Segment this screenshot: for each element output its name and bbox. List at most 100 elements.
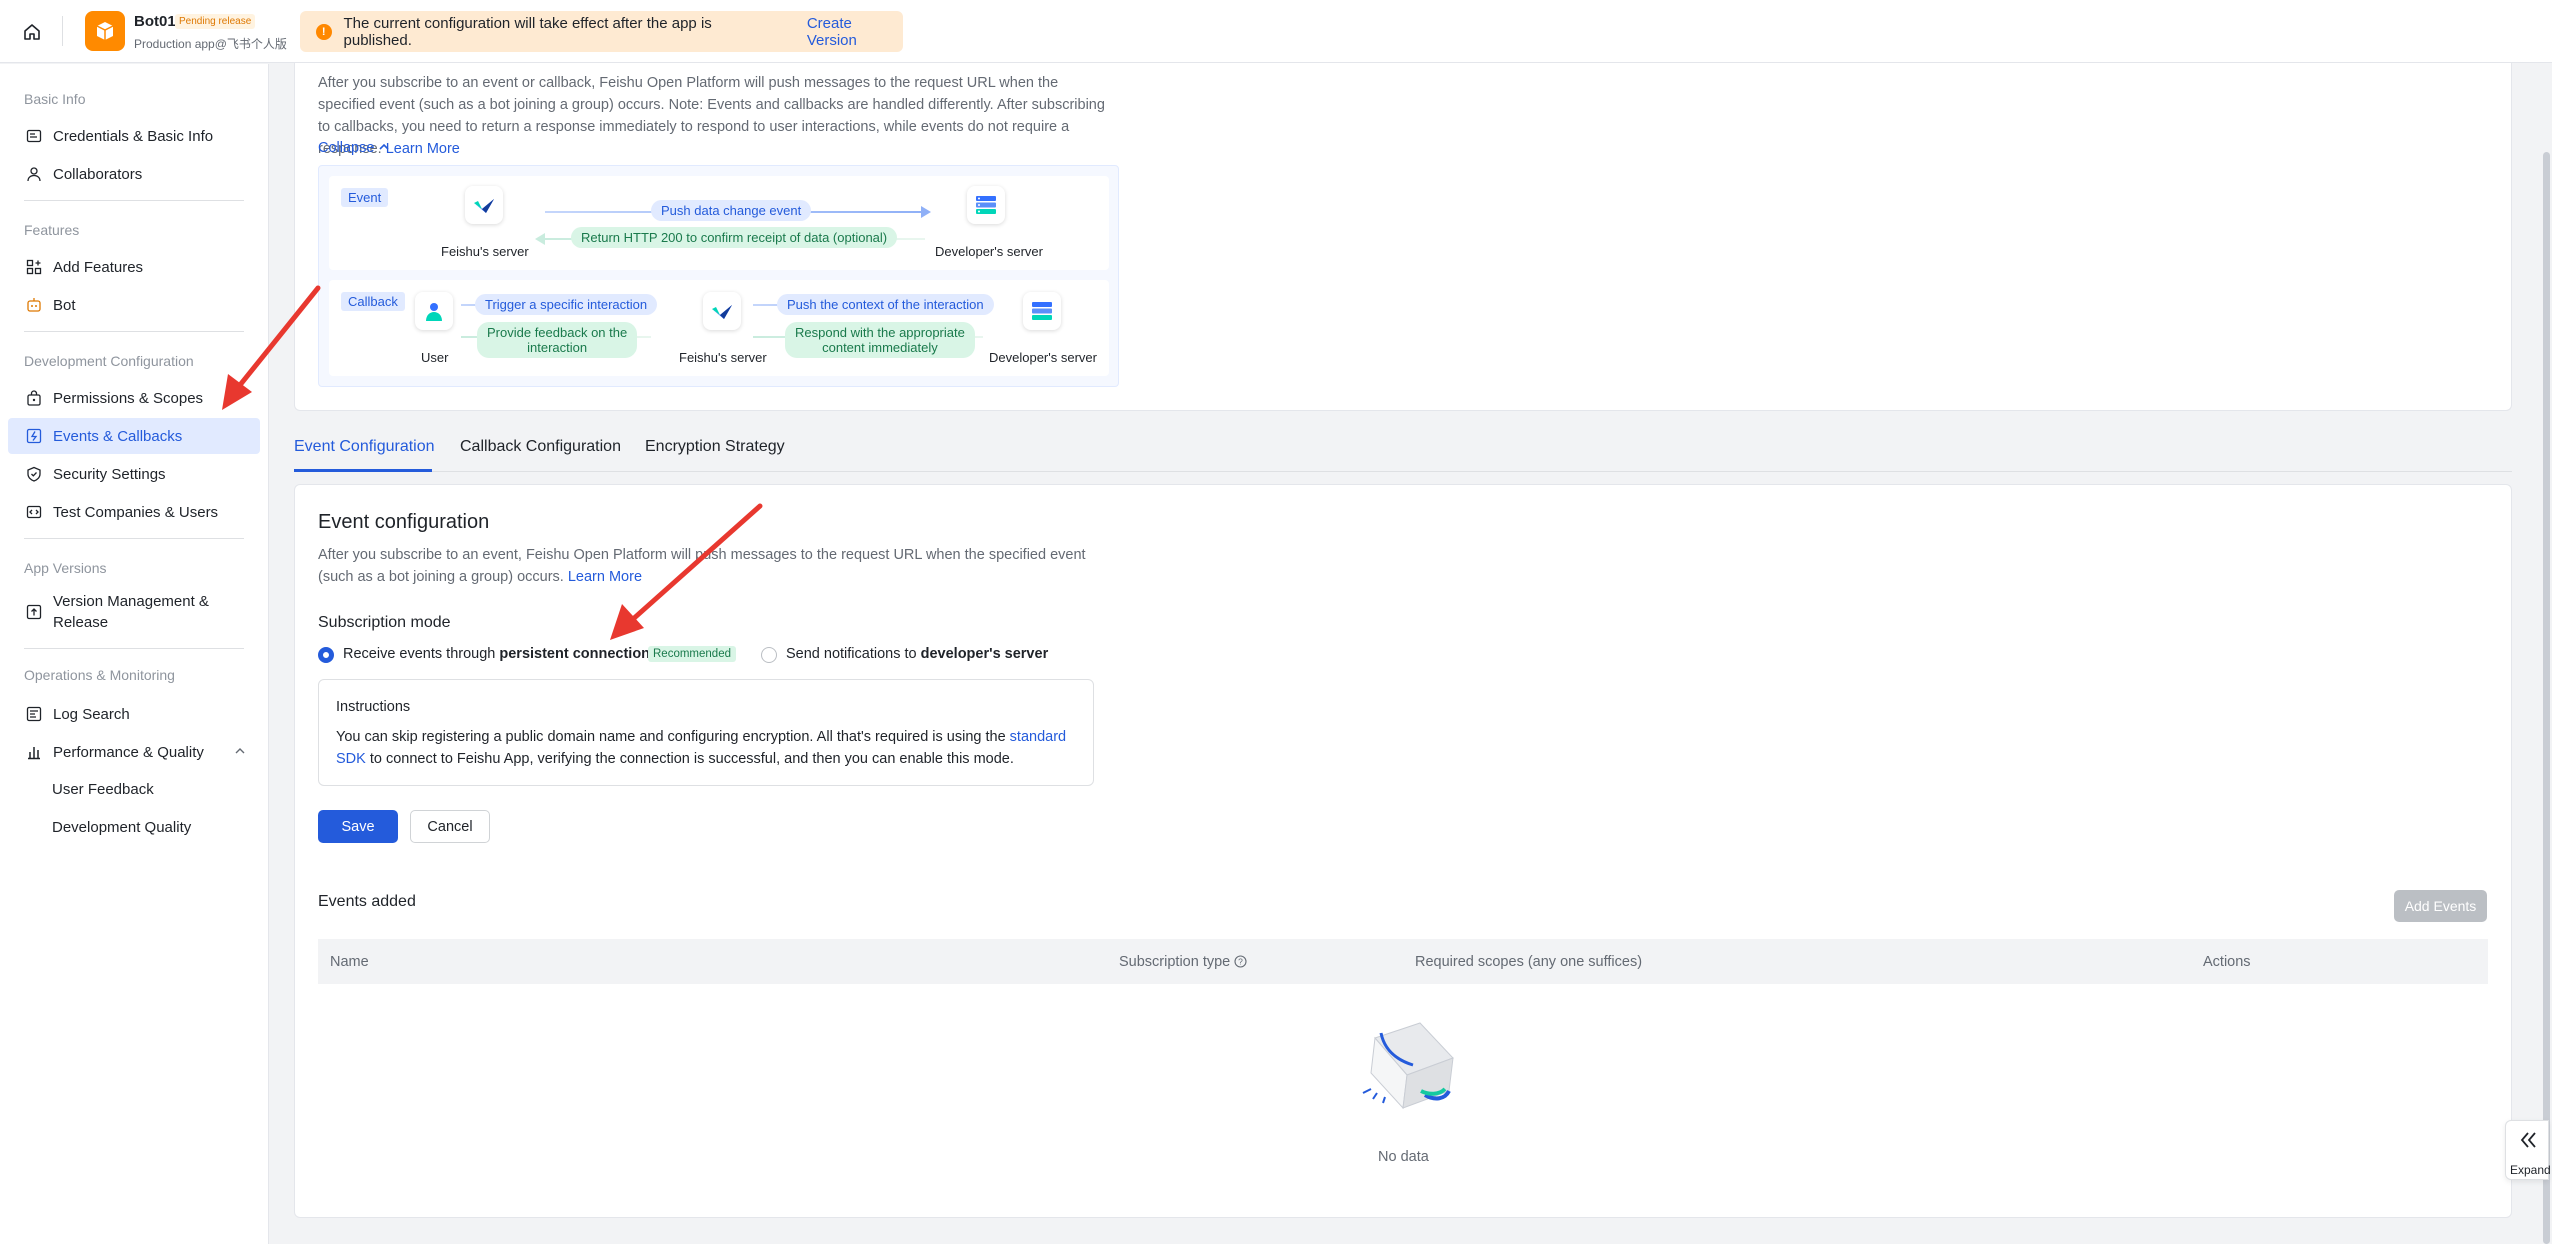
server-icon <box>967 186 1005 224</box>
flow-label-line: Respond with the appropriate <box>795 325 965 340</box>
persistent-connection-label[interactable]: Receive events through persistent connec… <box>343 646 650 662</box>
node-label: Developer's server <box>989 350 1097 365</box>
option-bold-text: persistent connection <box>499 646 651 662</box>
double-chevron-left-icon <box>2517 1129 2539 1157</box>
sidebar-group-features: Features <box>24 222 80 238</box>
top-bar: Bot01 Pending release Production app@飞书个… <box>0 0 2552 63</box>
flow-label: Respond with the appropriate content imme… <box>785 322 975 358</box>
sidebar-group-basic: Basic Info <box>24 91 86 107</box>
instructions-title: Instructions <box>336 699 411 715</box>
event-icon <box>25 427 43 445</box>
feishu-logo-icon <box>703 292 741 330</box>
developer-server-radio[interactable] <box>761 647 777 663</box>
developer-server-label[interactable]: Send notifications to developer's server <box>786 646 1048 662</box>
sidebar-item-add-features[interactable]: Add Features <box>8 249 260 285</box>
cancel-button[interactable]: Cancel <box>410 810 490 843</box>
sidebar-item-bot[interactable]: Bot <box>8 287 260 323</box>
app-logo-icon <box>85 11 125 51</box>
lock-icon <box>25 389 43 407</box>
empty-state-text: No data <box>1378 1149 1429 1165</box>
app-subtitle: Production app@飞书个人版 <box>134 37 287 51</box>
arrow-head-icon <box>535 233 545 245</box>
sidebar-group-versions: App Versions <box>24 560 107 576</box>
sidebar-item-version-management[interactable]: Version Management & Release <box>8 587 260 637</box>
log-icon <box>25 705 43 723</box>
description-text: After you subscribe to an event, Feishu … <box>318 547 1086 585</box>
event-tag: Event <box>341 188 389 207</box>
sidebar-item-credentials[interactable]: Credentials & Basic Info <box>8 118 260 154</box>
expand-panel-button[interactable]: Expand <box>2505 1120 2551 1180</box>
callback-tag: Callback <box>341 292 405 311</box>
collapse-label: Collapse <box>318 140 375 156</box>
collapse-link[interactable]: Collapse <box>318 140 390 156</box>
home-icon[interactable] <box>18 18 46 46</box>
flow-label: Provide feedback on the interaction <box>477 322 638 358</box>
event-row: Event Feishu's server Push data change e… <box>329 176 1109 270</box>
sidebar-item-label: Permissions & Scopes <box>53 389 204 407</box>
sidebar-item-log-search[interactable]: Log Search <box>8 696 260 732</box>
grid-plus-icon <box>25 258 43 276</box>
flow-label: Push the context of the interaction <box>777 294 994 315</box>
add-events-button[interactable]: Add Events <box>2394 890 2487 922</box>
create-version-link[interactable]: Create Version <box>807 15 903 49</box>
column-header-subscription-type: Subscription type ? <box>1119 954 1247 970</box>
scrollbar-thumb[interactable] <box>2543 152 2550 1244</box>
section-description: After you subscribe to an event, Feishu … <box>318 544 1118 588</box>
sidebar-item-permissions[interactable]: Permissions & Scopes <box>8 380 260 416</box>
save-button[interactable]: Save <box>318 810 398 843</box>
label-line-2: Release <box>53 614 109 631</box>
tab-callback-configuration[interactable]: Callback Configuration <box>460 438 621 456</box>
instructions-box: Instructions You can skip registering a … <box>318 679 1094 786</box>
flow-label-line: interaction <box>527 340 588 355</box>
sidebar-item-dev-quality[interactable]: Development Quality <box>52 819 191 836</box>
option-text: Send notifications to <box>786 646 921 662</box>
node-label: Feishu's server <box>441 244 529 259</box>
help-icon[interactable]: ? <box>1234 954 1247 970</box>
server-icon <box>1023 292 1061 330</box>
instructions-text: to connect to Feishu App, verifying the … <box>365 751 1014 767</box>
divider <box>24 648 244 649</box>
feishu-logo-icon <box>465 186 503 224</box>
node-label: Feishu's server <box>679 350 767 365</box>
column-header-required-scopes: Required scopes (any one suffices) <box>1415 954 1643 970</box>
sidebar-item-test-companies[interactable]: Test Companies & Users <box>8 494 260 530</box>
sidebar-item-label: Events & Callbacks <box>53 427 183 445</box>
sidebar-item-collaborators[interactable]: Collaborators <box>8 156 260 192</box>
app-name: Bot01 <box>134 13 176 30</box>
notice-text: The current configuration will take effe… <box>343 14 712 49</box>
sidebar-item-label: Log Search <box>53 705 130 723</box>
flow-label-line: content immediately <box>822 340 938 355</box>
option-text: Receive events through <box>343 646 500 662</box>
learn-more-link[interactable]: Learn More <box>386 141 460 157</box>
flow-label: Push data change event <box>651 200 812 221</box>
events-added-title: Events added <box>318 893 416 910</box>
flow-label: Return HTTP 200 to confirm receipt of da… <box>571 227 898 248</box>
sidebar-item-label: Performance & Quality <box>53 743 204 761</box>
id-card-icon <box>25 127 43 145</box>
chevron-up-icon <box>378 140 390 156</box>
user-avatar-icon <box>415 292 453 330</box>
sidebar-item-label: Security Settings <box>53 465 166 483</box>
tab-encryption-strategy[interactable]: Encryption Strategy <box>645 438 785 456</box>
persistent-connection-radio[interactable] <box>318 647 334 663</box>
tab-event-configuration[interactable]: Event Configuration <box>294 438 435 456</box>
column-header-text: Subscription type <box>1119 954 1231 970</box>
event-flow-diagram: Event Feishu's server Push data change e… <box>318 165 1119 387</box>
node-label: User <box>421 350 449 365</box>
sidebar-item-performance[interactable]: Performance & Quality <box>8 734 260 770</box>
sidebar-item-security[interactable]: Security Settings <box>8 456 260 492</box>
sidebar-item-user-feedback[interactable]: User Feedback <box>52 781 154 798</box>
intro-text: After you subscribe to an event or callb… <box>318 72 1108 160</box>
shield-icon <box>25 465 43 483</box>
sidebar-item-events[interactable]: Events & Callbacks <box>8 418 260 454</box>
bot-icon <box>25 296 43 314</box>
user-icon <box>25 165 43 183</box>
flow-label-line: Provide feedback on the <box>487 325 628 340</box>
config-tabs: Event Configuration Callback Configurati… <box>294 428 2512 472</box>
bar-chart-icon <box>25 743 43 761</box>
label-line-1: Version Management & <box>53 593 209 610</box>
learn-more-link[interactable]: Learn More <box>568 569 642 585</box>
events-table-header: Name Subscription type ? Required scopes… <box>318 939 2488 984</box>
column-header-name: Name <box>330 954 369 970</box>
active-tab-indicator <box>294 469 432 472</box>
